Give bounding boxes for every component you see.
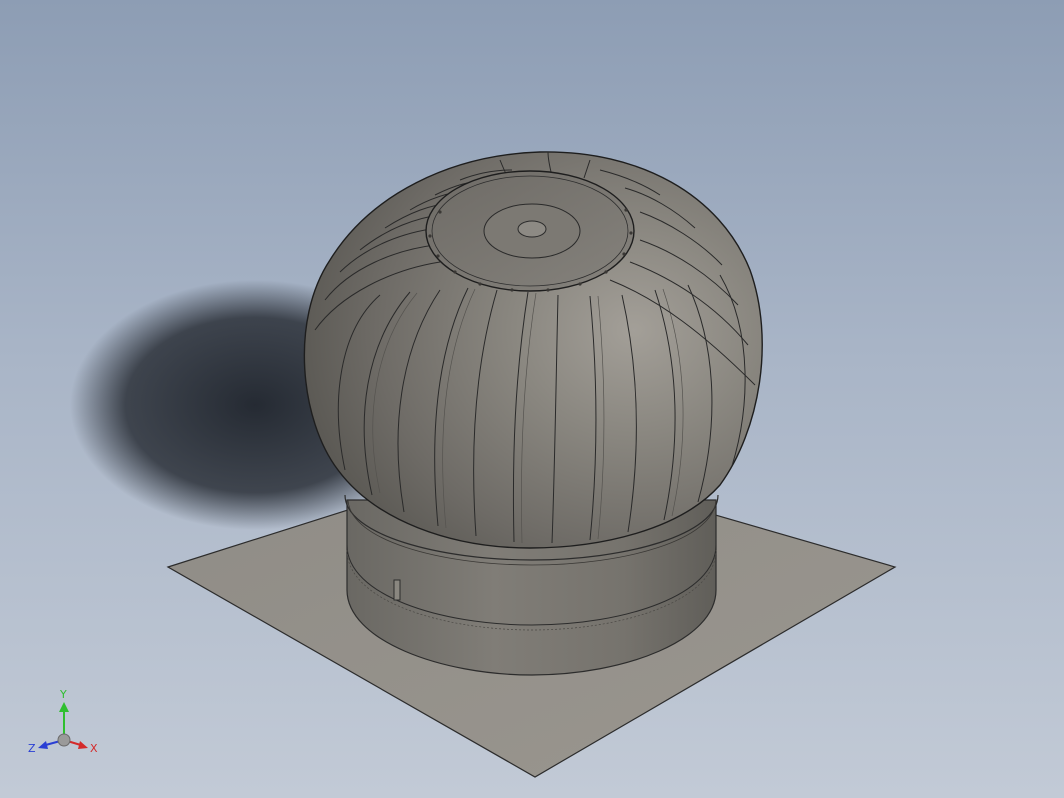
graphics-viewport[interactable]: Y X Z [0,0,1064,798]
y-axis-arrow-icon [59,702,69,712]
turbine-ventilator-model[interactable] [0,0,1064,798]
x-axis-arrow-icon [78,741,88,749]
triad-origin-icon [57,733,71,747]
orientation-triad[interactable]: Y X Z [22,682,112,762]
y-axis-label: Y [59,688,67,701]
turbine-dome[interactable] [303,151,763,549]
x-axis-label: X [90,742,98,755]
clamp-tab[interactable] [393,579,401,601]
cap-center-bolt [517,220,547,238]
z-axis-arrow-icon [38,741,48,749]
z-axis-label: Z [28,742,36,755]
